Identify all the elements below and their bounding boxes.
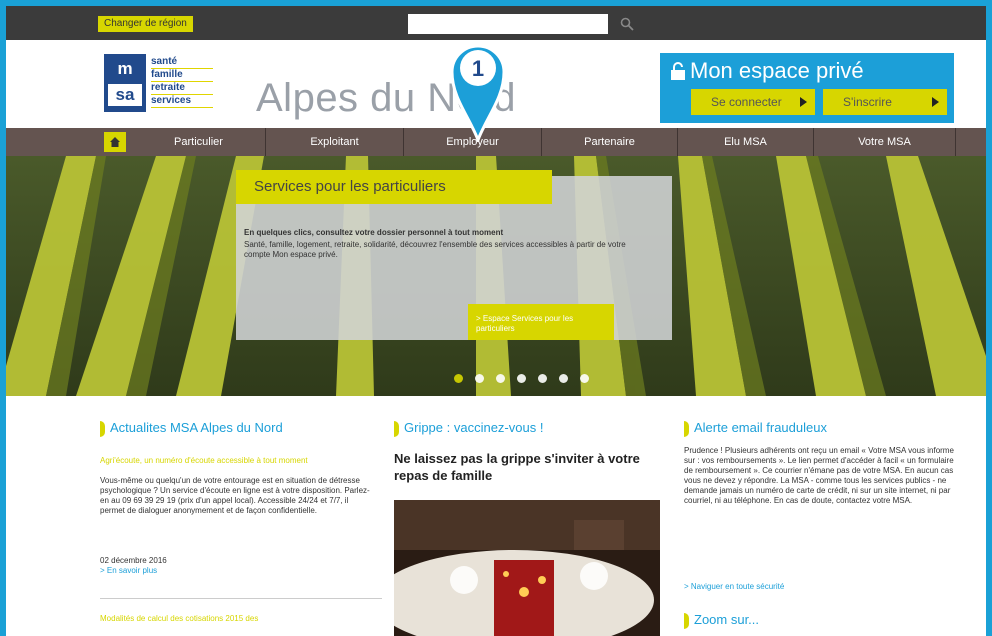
- hero-title: Services pour les particuliers: [236, 170, 552, 204]
- msa-logo[interactable]: m sa: [104, 54, 146, 112]
- news-item-date: 02 décembre 2016: [100, 556, 167, 565]
- arrow-right-icon: [932, 97, 939, 107]
- signup-button[interactable]: S'inscrire: [823, 89, 947, 115]
- news-more-link[interactable]: > En savoir plus: [100, 566, 157, 575]
- private-space-title-text: Mon espace privé: [690, 58, 864, 83]
- flu-heading: Grippe : vaccinez-vous !: [394, 420, 543, 440]
- zoom-heading: Zoom sur...: [684, 612, 759, 629]
- home-icon: [110, 137, 120, 147]
- alert-body: Prudence ! Plusieurs adhérents ont reçu …: [684, 446, 954, 505]
- nav-item-partenaire[interactable]: Partenaire: [542, 128, 678, 156]
- content-area: Actualites MSA Alpes du Nord Agri'écoute…: [6, 396, 986, 636]
- news-heading: Actualites MSA Alpes du Nord: [100, 420, 283, 440]
- hero-lead: En quelques clics, consultez votre dossi…: [244, 228, 504, 237]
- carousel-dot[interactable]: [454, 374, 463, 383]
- tagline-item: santé: [151, 56, 213, 69]
- logo-letters-top: m: [117, 59, 133, 78]
- logo-letters-bottom: sa: [108, 84, 142, 106]
- carousel-dot[interactable]: [475, 374, 484, 383]
- dinner-table-photo[interactable]: [394, 500, 660, 636]
- private-space-panel: Mon espace privé Se connecter S'inscrire: [660, 53, 954, 123]
- search-input[interactable]: [408, 14, 608, 34]
- connect-button-label: Se connecter: [711, 95, 782, 109]
- home-button[interactable]: [104, 132, 126, 152]
- carousel-dots: [454, 370, 601, 388]
- carousel-dot[interactable]: [517, 374, 526, 383]
- step-marker-number: 1: [472, 56, 484, 81]
- hero-text: Santé, famille, logement, retraite, soli…: [244, 240, 626, 259]
- lock-icon: [671, 62, 685, 80]
- search-icon[interactable]: [620, 17, 634, 31]
- news-item-title[interactable]: Modalités de calcul des cotisations 2015…: [100, 614, 382, 623]
- nav-item-particulier[interactable]: Particulier: [132, 128, 266, 156]
- arrow-right-icon: [800, 97, 807, 107]
- change-region-button[interactable]: Changer de région: [98, 16, 193, 32]
- flu-title[interactable]: Ne laissez pas la grippe s'inviter à vot…: [394, 450, 676, 484]
- tagline-item: services: [151, 95, 213, 108]
- signup-button-label: S'inscrire: [843, 95, 892, 109]
- alert-heading: Alerte email frauduleux: [684, 420, 827, 440]
- news-divider: [100, 598, 382, 599]
- news-item-title[interactable]: Agri'écoute, un numéro d'écoute accessib…: [100, 456, 360, 466]
- tagline-item: famille: [151, 69, 213, 82]
- carousel-dot[interactable]: [580, 374, 589, 383]
- nav-item-exploitant[interactable]: Exploitant: [266, 128, 404, 156]
- logo-tagline: santé famille retraite services: [151, 56, 213, 108]
- nav-item-elu-msa[interactable]: Elu MSA: [678, 128, 814, 156]
- nav-item-votre-msa[interactable]: Votre MSA: [814, 128, 956, 156]
- tagline-item: retraite: [151, 82, 213, 95]
- private-space-title: Mon espace privé: [670, 58, 864, 84]
- hero-carousel[interactable]: Services pour les particuliers En quelqu…: [6, 156, 986, 396]
- carousel-dot[interactable]: [496, 374, 505, 383]
- hero-promo-box: Services pour les particuliers En quelqu…: [236, 170, 672, 340]
- carousel-dot[interactable]: [559, 374, 568, 383]
- news-item-body: Vous-même ou quelqu'un de votre entourag…: [100, 476, 370, 515]
- top-bar: Changer de région: [6, 6, 986, 40]
- hero-link[interactable]: > Espace Services pour les particuliers: [468, 304, 614, 340]
- safe-browsing-link[interactable]: > Naviguer en toute sécurité: [684, 582, 784, 591]
- browser-page: Changer de région m sa santé famille ret…: [6, 6, 986, 636]
- connect-button[interactable]: Se connecter: [691, 89, 815, 115]
- step-marker: 1: [450, 44, 506, 142]
- carousel-dot[interactable]: [538, 374, 547, 383]
